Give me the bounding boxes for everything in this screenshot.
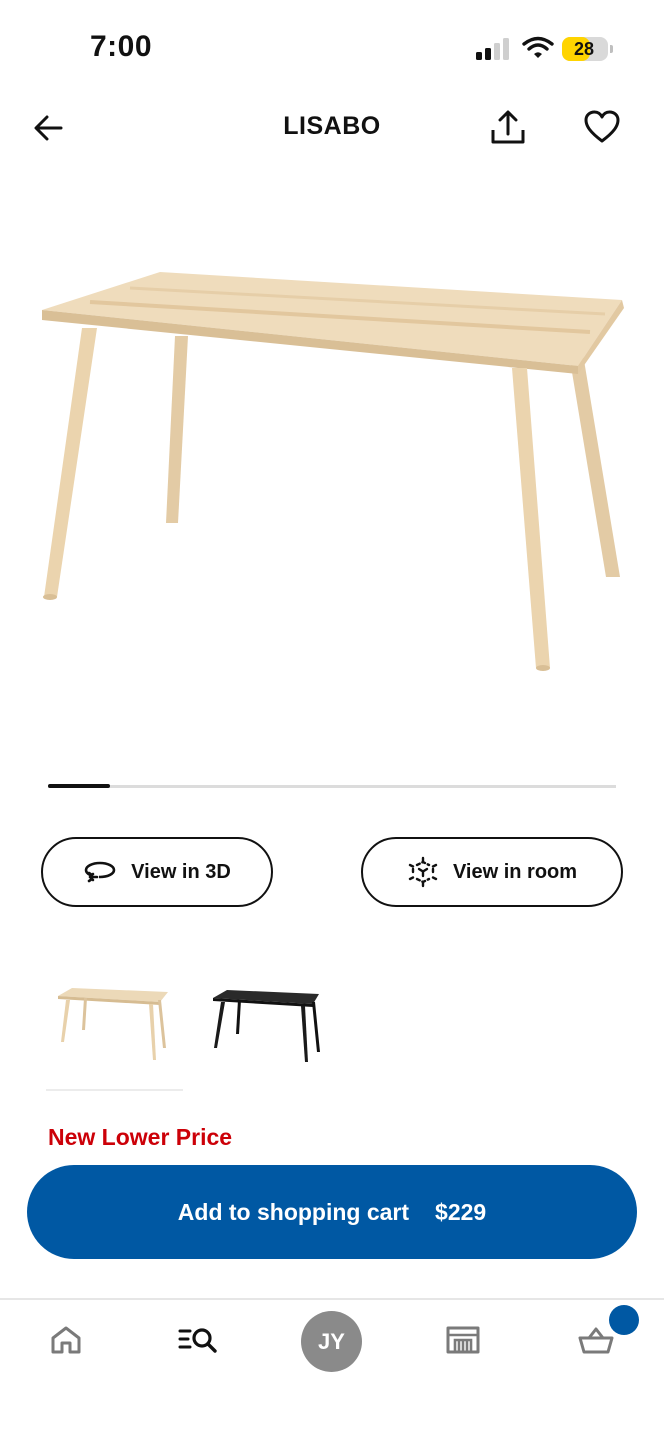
heart-icon	[584, 110, 620, 143]
selected-variant-underline	[46, 1089, 183, 1091]
view-in-3d-label: View in 3D	[131, 860, 231, 883]
view-in-room-button[interactable]: View in room	[361, 837, 623, 907]
promo-label: New Lower Price	[48, 1124, 233, 1150]
add-to-cart-label: Add to shopping cart	[177, 1198, 410, 1225]
status-time: 7:00	[90, 30, 153, 63]
back-button[interactable]	[30, 110, 66, 146]
wifi-icon	[522, 36, 554, 58]
variant-ash-veneer[interactable]	[54, 978, 178, 1072]
carousel-indicator[interactable]	[48, 784, 110, 788]
bottom-nav-divider	[0, 1298, 664, 1300]
arrow-left-icon	[34, 115, 63, 141]
view-in-3d-button[interactable]: View in 3D	[41, 837, 273, 907]
battery-cap	[610, 45, 613, 53]
nav-home[interactable]	[42, 1318, 90, 1362]
carousel-track	[48, 785, 616, 788]
variant-black[interactable]	[205, 978, 329, 1072]
store-icon	[446, 1326, 480, 1354]
product-image	[42, 272, 624, 671]
home-icon	[51, 1326, 81, 1354]
cellular-signal-icon	[476, 38, 509, 60]
nav-stores[interactable]	[439, 1318, 487, 1362]
view-in-room-label: View in room	[452, 860, 578, 883]
add-to-cart-price: $229	[435, 1198, 487, 1225]
battery-percent: 28	[573, 39, 595, 59]
ar-cube-icon	[408, 856, 438, 888]
nav-search[interactable]	[174, 1318, 222, 1362]
shopping-basket-icon	[578, 1327, 614, 1354]
share-button[interactable]	[488, 108, 528, 148]
page-title: LISABO	[283, 112, 381, 140]
add-to-cart-button[interactable]: Add to shopping cart $229	[27, 1165, 637, 1259]
favorite-button[interactable]	[584, 110, 622, 146]
profile-avatar[interactable]: JY	[301, 1311, 362, 1372]
battery-icon: 28	[562, 37, 608, 61]
search-list-icon	[178, 1328, 217, 1353]
rotate-3d-icon	[84, 861, 116, 883]
cart-badge	[609, 1305, 639, 1335]
share-icon	[491, 110, 525, 144]
